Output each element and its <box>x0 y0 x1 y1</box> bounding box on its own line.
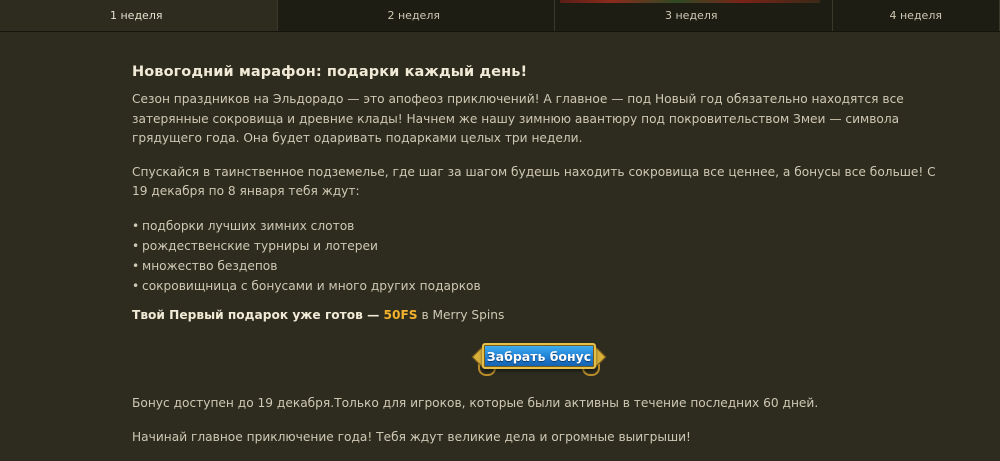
list-item: •множество бездепов <box>132 256 952 276</box>
article-title: Новогодний марафон: подарки каждый день! <box>132 64 952 80</box>
tab-week-4[interactable]: 4 неделя <box>833 0 1000 31</box>
details-paragraph: Спускайся в таинственное подземелье, где… <box>132 163 952 202</box>
claim-bonus-button-frame: Забрать бонус <box>472 340 606 374</box>
gift-amount: 50FS <box>384 308 418 322</box>
availability-note: Бонус доступен до 19 декабря.Только для … <box>132 394 952 414</box>
tab-week-1[interactable]: 1 неделя <box>0 0 278 31</box>
list-item: •рождественские турниры и лотереи <box>132 236 952 256</box>
bullet-icon: • <box>132 256 142 276</box>
tab-week-2[interactable]: 2 неделя <box>278 0 556 31</box>
gift-suffix: в Merry Spins <box>418 308 505 322</box>
bullet-icon: • <box>132 216 142 236</box>
gift-prefix: Твой Первый подарок уже готов — <box>132 308 384 322</box>
list-item: •подборки лучших зимних слотов <box>132 216 952 236</box>
decorative-banner-edge <box>560 0 820 3</box>
article-body: Новогодний марафон: подарки каждый день!… <box>132 64 952 322</box>
bullet-icon: • <box>132 236 142 256</box>
claim-bonus-button[interactable]: Забрать бонус <box>482 343 596 369</box>
article-footer: Бонус доступен до 19 декабря.Только для … <box>132 394 952 461</box>
closing-paragraph: Начинай главное приключение года! Тебя ж… <box>132 428 952 448</box>
list-item: •сокровищница с бонусами и много других … <box>132 276 952 296</box>
week-tabs: 1 неделя 2 неделя 3 неделя 4 неделя <box>0 0 1000 32</box>
first-gift-line: Твой Первый подарок уже готов — 50FS в M… <box>132 308 952 322</box>
bullet-icon: • <box>132 276 142 296</box>
intro-paragraph: Сезон праздников на Эльдорадо — это апоф… <box>132 90 952 149</box>
tab-week-3[interactable]: 3 неделя <box>555 0 833 31</box>
prize-list: •подборки лучших зимних слотов •рождеств… <box>132 216 952 296</box>
